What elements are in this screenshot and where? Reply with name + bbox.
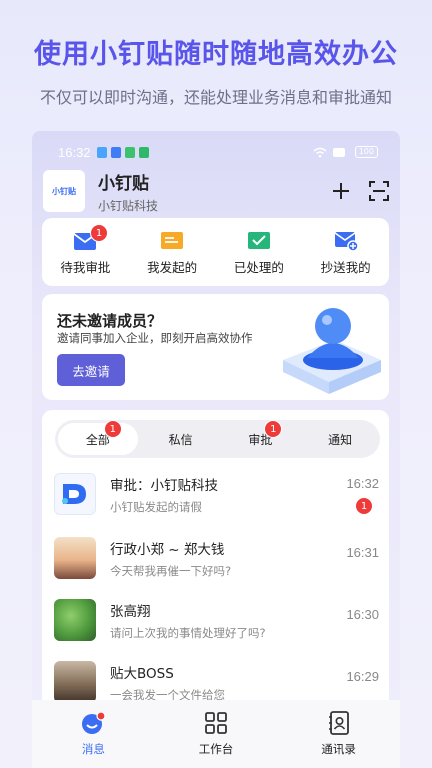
hero-title: 使用小钉贴随时随地高效办公	[34, 39, 398, 70]
app-header: 小钉贴 小钉贴 小钉贴科技	[43, 170, 390, 213]
chat-icon	[82, 711, 106, 734]
send-icon	[161, 232, 184, 249]
app-logo: 小钉贴	[43, 170, 85, 212]
check-mail-icon	[247, 232, 270, 249]
battery-icon: 100	[354, 146, 378, 158]
nav-label: 通讯录	[321, 742, 356, 756]
phone-screen: 16:32 100 小钉贴 小钉贴 小钉贴科技 1 待我审批 我发起的 已处理的…	[32, 131, 400, 768]
bottom-nav: 消息 工作台 通讯录	[32, 700, 400, 768]
notification-icon	[110, 146, 121, 158]
tab-label: 通知	[328, 432, 353, 447]
message-title: 贴大BOSS	[110, 665, 174, 682]
list-item[interactable]: 审批：小钉贴科技 小钉贴发起的请假 16:32 1	[54, 468, 379, 520]
plus-icon	[333, 183, 349, 199]
nav-messages[interactable]: 消息	[32, 700, 155, 768]
hero-subtitle: 不仅可以即时沟通，还能处理业务消息和审批通知	[39, 88, 392, 107]
quick-action-label: 已处理的	[233, 260, 284, 275]
invite-illustration	[283, 308, 381, 394]
message-time: 16:29	[346, 669, 379, 684]
quick-action-label: 我发起的	[147, 260, 198, 275]
quick-action-cc[interactable]: 抄送我的	[302, 218, 389, 286]
message-preview: 小钉贴发起的请假	[110, 499, 202, 514]
badge: 1	[103, 420, 122, 438]
org-name: 小钉贴科技	[98, 198, 159, 213]
avatar	[54, 537, 96, 579]
notification-icon	[96, 146, 107, 158]
notification-icon	[138, 146, 149, 158]
tab-private[interactable]: 私信	[141, 420, 221, 458]
tab-notice[interactable]: 通知	[300, 420, 380, 458]
quick-action-label: 抄送我的	[320, 260, 371, 275]
scan-button[interactable]	[368, 180, 390, 202]
app-logo-icon	[62, 484, 86, 504]
invite-card: 还未邀请成员？ 邀请同事加入企业，即刻开启高效协作 去邀请	[42, 294, 389, 400]
quick-action-processed[interactable]: 已处理的	[216, 218, 303, 286]
status-time: 16:32	[58, 144, 91, 160]
message-title: 张高翔	[110, 603, 151, 620]
quick-action-initiated[interactable]: 我发起的	[129, 218, 216, 286]
quick-actions: 1 待我审批 我发起的 已处理的 抄送我的	[42, 218, 389, 286]
message-title: 审批：小钉贴科技	[110, 477, 218, 494]
wifi-icon	[313, 147, 327, 157]
tab-approval[interactable]: 审批 1	[221, 420, 301, 458]
message-title: 行政小郑 ~ 郑大钱	[110, 541, 225, 558]
message-list-card: 全部 1 私信 审批 1 通知 审批：小钉贴科技 小钉贴发起的请假 16:32	[42, 410, 389, 710]
nav-label: 工作台	[198, 742, 234, 756]
grid-icon	[205, 712, 227, 734]
scan-icon	[369, 181, 389, 201]
message-time: 16:31	[346, 545, 379, 560]
list-item[interactable]: 行政小郑 ~ 郑大钱 今天帮我再催一下好吗? 16:31	[54, 532, 379, 584]
invite-button[interactable]: 去邀请	[57, 354, 125, 386]
tab-all[interactable]: 全部 1	[58, 420, 138, 455]
contacts-icon	[328, 711, 349, 735]
list-item[interactable]: 张高翔 请问上次我的事情处理好了吗? 16:30	[54, 594, 379, 646]
quick-action-pending[interactable]: 1 待我审批	[42, 218, 129, 286]
nav-workbench[interactable]: 工作台	[155, 700, 278, 768]
message-time: 16:32	[346, 476, 379, 491]
message-preview: 请问上次我的事情处理好了吗?	[110, 625, 266, 640]
avatar	[54, 599, 96, 641]
sim-icon	[332, 147, 345, 157]
logo-text: 小钉贴	[52, 186, 76, 196]
message-preview: 今天帮我再催一下好吗?	[110, 563, 232, 578]
message-time: 16:30	[346, 607, 379, 622]
badge: 1	[90, 224, 108, 242]
invite-desc: 邀请同事加入企业，即刻开启高效协作	[57, 331, 253, 345]
avatar	[54, 473, 96, 515]
message-filter-tabs: 全部 1 私信 审批 1 通知	[55, 420, 380, 458]
avatar	[54, 661, 96, 703]
badge: 1	[355, 497, 373, 515]
nav-label: 消息	[81, 742, 105, 756]
app-name: 小钉贴	[98, 173, 149, 194]
nav-contacts[interactable]: 通讯录	[277, 700, 400, 768]
cc-icon	[334, 232, 358, 251]
quick-action-label: 待我审批	[60, 260, 111, 275]
add-button[interactable]	[330, 180, 352, 202]
notification-icon	[124, 146, 135, 158]
status-bar: 16:32 100	[58, 143, 378, 161]
tab-label: 私信	[168, 432, 193, 447]
invite-title: 还未邀请成员？	[57, 312, 163, 330]
badge: 1	[264, 420, 283, 438]
